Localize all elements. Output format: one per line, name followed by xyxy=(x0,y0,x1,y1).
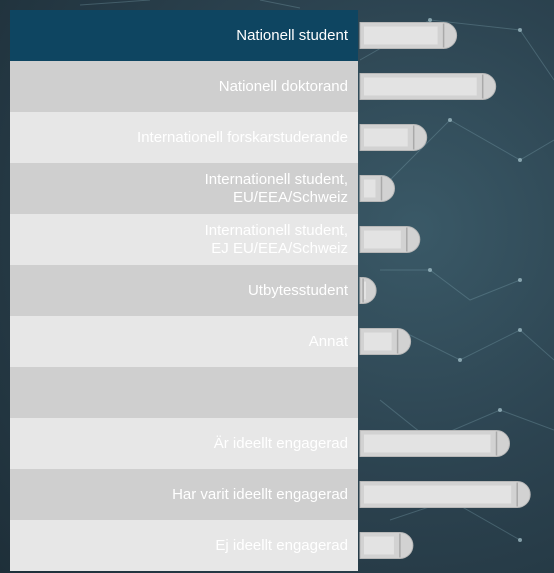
bar-layer xyxy=(359,22,531,559)
bar xyxy=(359,73,497,100)
bar xyxy=(359,430,510,457)
bar xyxy=(359,328,412,355)
bar xyxy=(359,175,395,202)
bar xyxy=(359,22,458,49)
bar xyxy=(359,277,377,304)
bar xyxy=(359,226,421,253)
bar xyxy=(359,532,414,559)
bar xyxy=(359,124,428,151)
bar xyxy=(359,481,531,508)
